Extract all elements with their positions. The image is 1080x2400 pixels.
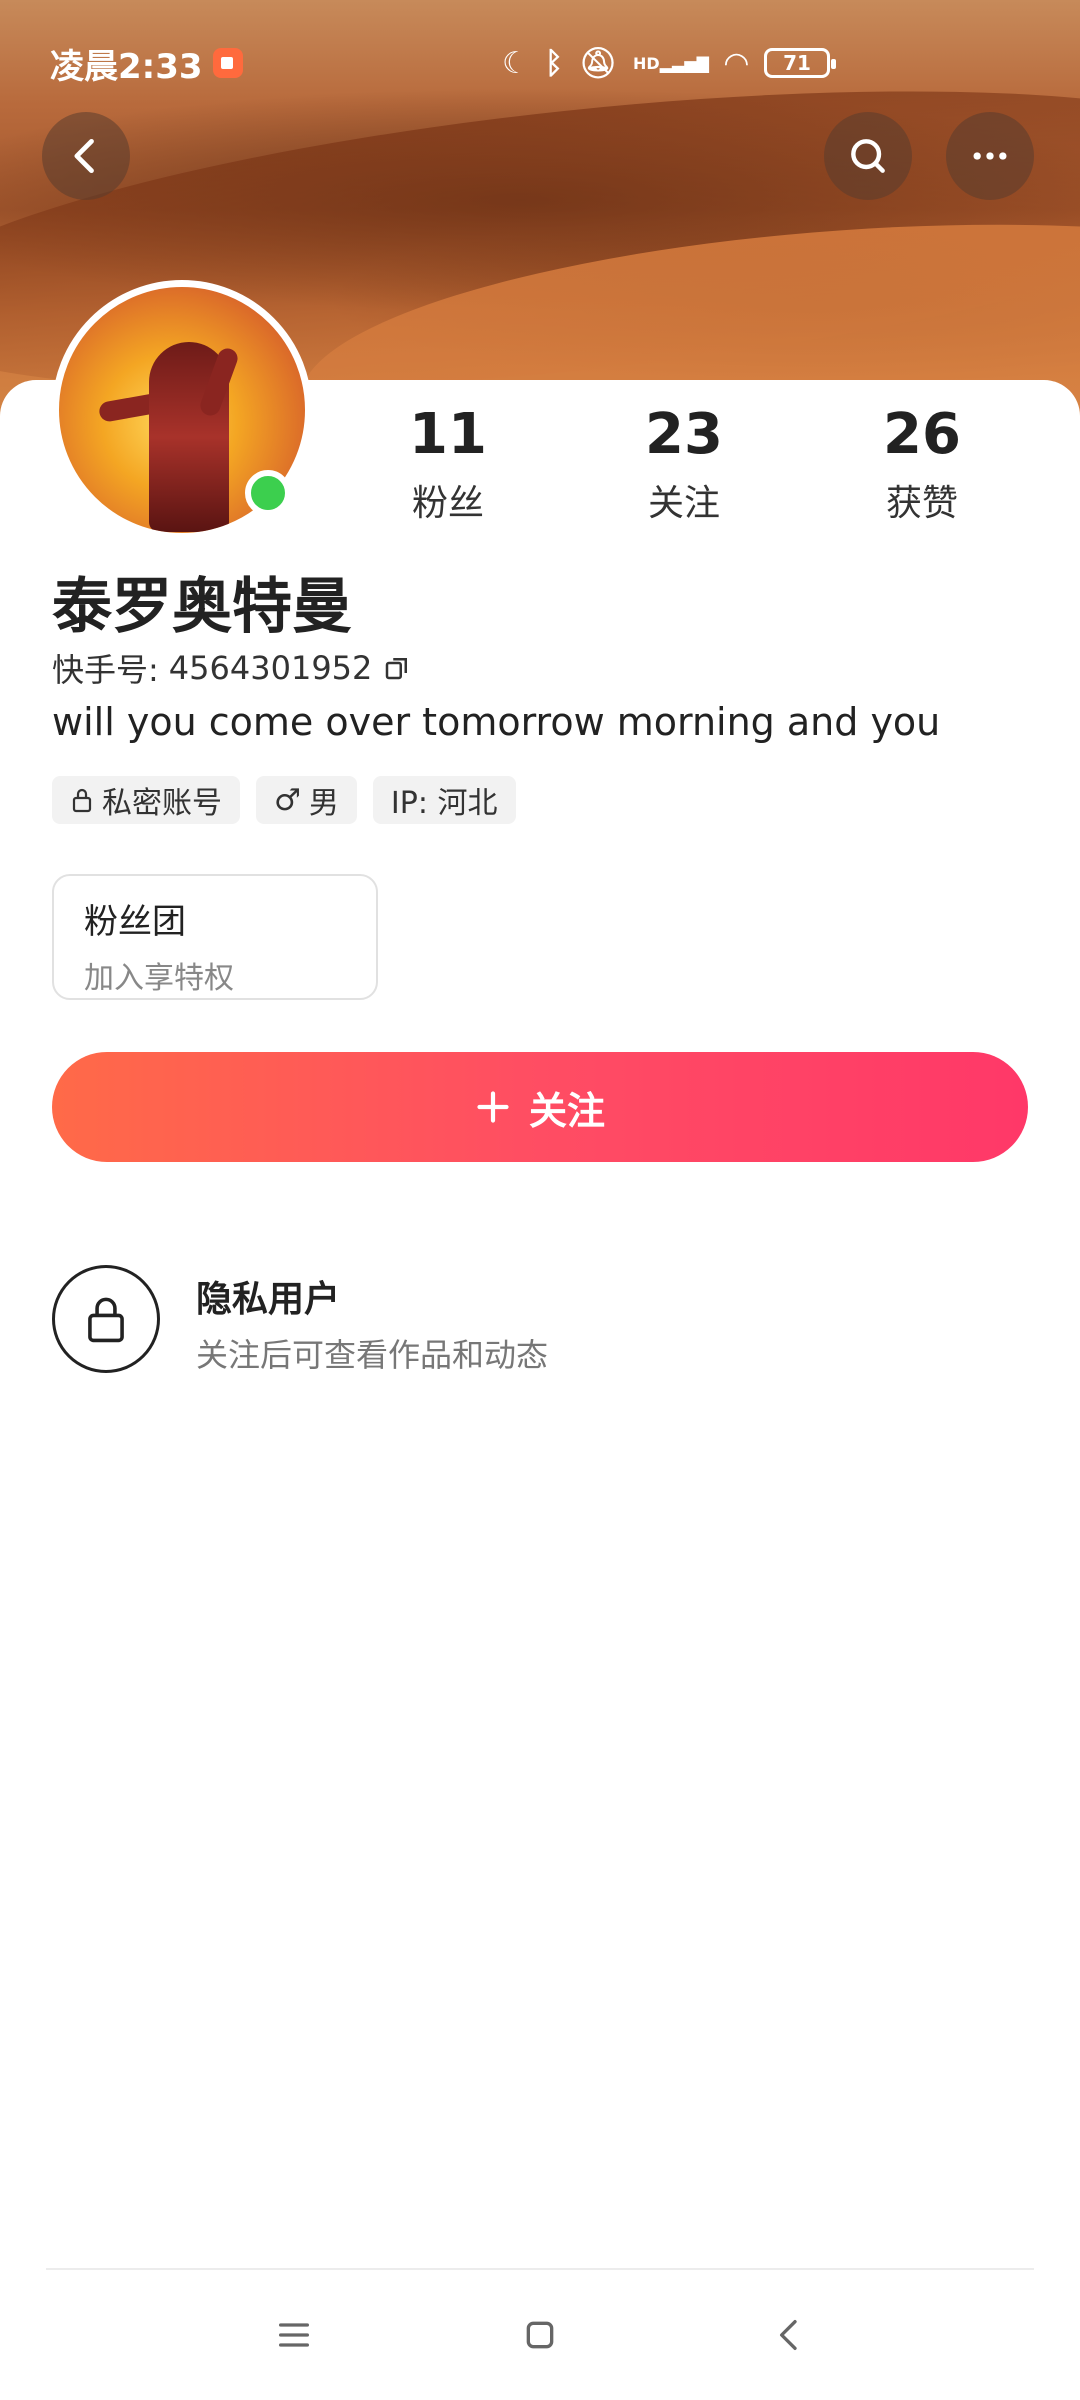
bluetooth-icon: ᛒ <box>544 45 563 81</box>
recent-apps-button[interactable] <box>264 2305 324 2365</box>
menu-icon <box>279 2323 309 2347</box>
fan-group-card[interactable]: 粉丝团 加入享特权 <box>52 874 378 1000</box>
status-bar: 凌晨2:33 ☾ ᛒ 🔕︎ HD▂▃▅▇ ◠ 71 <box>50 38 1030 88</box>
profile-tags: 私密账号 ♂ 男 IP: 河北 <box>52 776 516 824</box>
back-nav-icon <box>780 2320 797 2350</box>
following-label: 关注 <box>647 483 720 524</box>
user-id-value: 4564301952 <box>168 649 373 687</box>
search-icon <box>851 139 885 173</box>
more-button[interactable] <box>946 112 1034 200</box>
back-button[interactable] <box>42 112 130 200</box>
copy-icon[interactable] <box>382 653 412 683</box>
back-icon <box>74 138 94 174</box>
private-user-title: 隐私用户 <box>196 1279 341 1320</box>
more-icon <box>973 152 1007 160</box>
follow-button[interactable]: 关注 <box>52 1052 1028 1162</box>
ip-location-tag: IP: 河北 <box>372 776 516 824</box>
search-button[interactable] <box>824 112 912 200</box>
nav-back-button[interactable] <box>760 2305 820 2365</box>
screen-record-icon <box>212 48 243 78</box>
home-button[interactable] <box>510 2305 570 2365</box>
fan-group-subtitle: 加入享特权 <box>84 961 234 996</box>
signal-icon: HD▂▃▅▇ <box>633 53 709 73</box>
profile-bio: will you come over tomorrow morning and … <box>52 700 941 744</box>
mute-bell-icon: 🔕︎ <box>578 45 618 81</box>
following-count: 23 <box>645 402 723 467</box>
battery-icon: 71 <box>764 48 836 78</box>
lock-icon <box>72 788 92 813</box>
moon-icon: ☾ <box>502 45 529 81</box>
fan-group-title: 粉丝团 <box>84 902 186 942</box>
private-user-subtitle: 关注后可查看作品和动态 <box>196 1336 549 1374</box>
private-lock-badge <box>52 1265 160 1373</box>
plus-icon <box>477 1091 509 1123</box>
online-status-dot <box>245 470 291 516</box>
gender-tag: ♂ 男 <box>256 776 357 824</box>
likes-label: 获赞 <box>885 483 958 524</box>
stat-likes[interactable]: 26 获赞 <box>822 400 1022 526</box>
stat-following[interactable]: 23 关注 <box>584 400 784 526</box>
user-id-row: 快手号: 4564301952 <box>52 645 412 691</box>
wifi-icon: ◠ <box>724 45 748 81</box>
profile-name: 泰罗奥特曼 <box>52 572 352 642</box>
user-id-label: 快手号: <box>52 651 159 689</box>
status-time: 凌晨2:33 <box>50 46 203 87</box>
followers-label: 粉丝 <box>411 483 484 524</box>
home-icon <box>526 2321 554 2349</box>
follow-label: 关注 <box>528 1088 605 1133</box>
stat-followers[interactable]: 11 粉丝 <box>348 400 548 526</box>
likes-count: 26 <box>883 402 961 467</box>
lock-icon <box>88 1297 124 1343</box>
followers-count: 11 <box>409 402 487 467</box>
male-icon: ♂ <box>274 782 301 818</box>
private-account-tag: 私密账号 <box>52 776 240 824</box>
nav-divider <box>46 2268 1034 2270</box>
